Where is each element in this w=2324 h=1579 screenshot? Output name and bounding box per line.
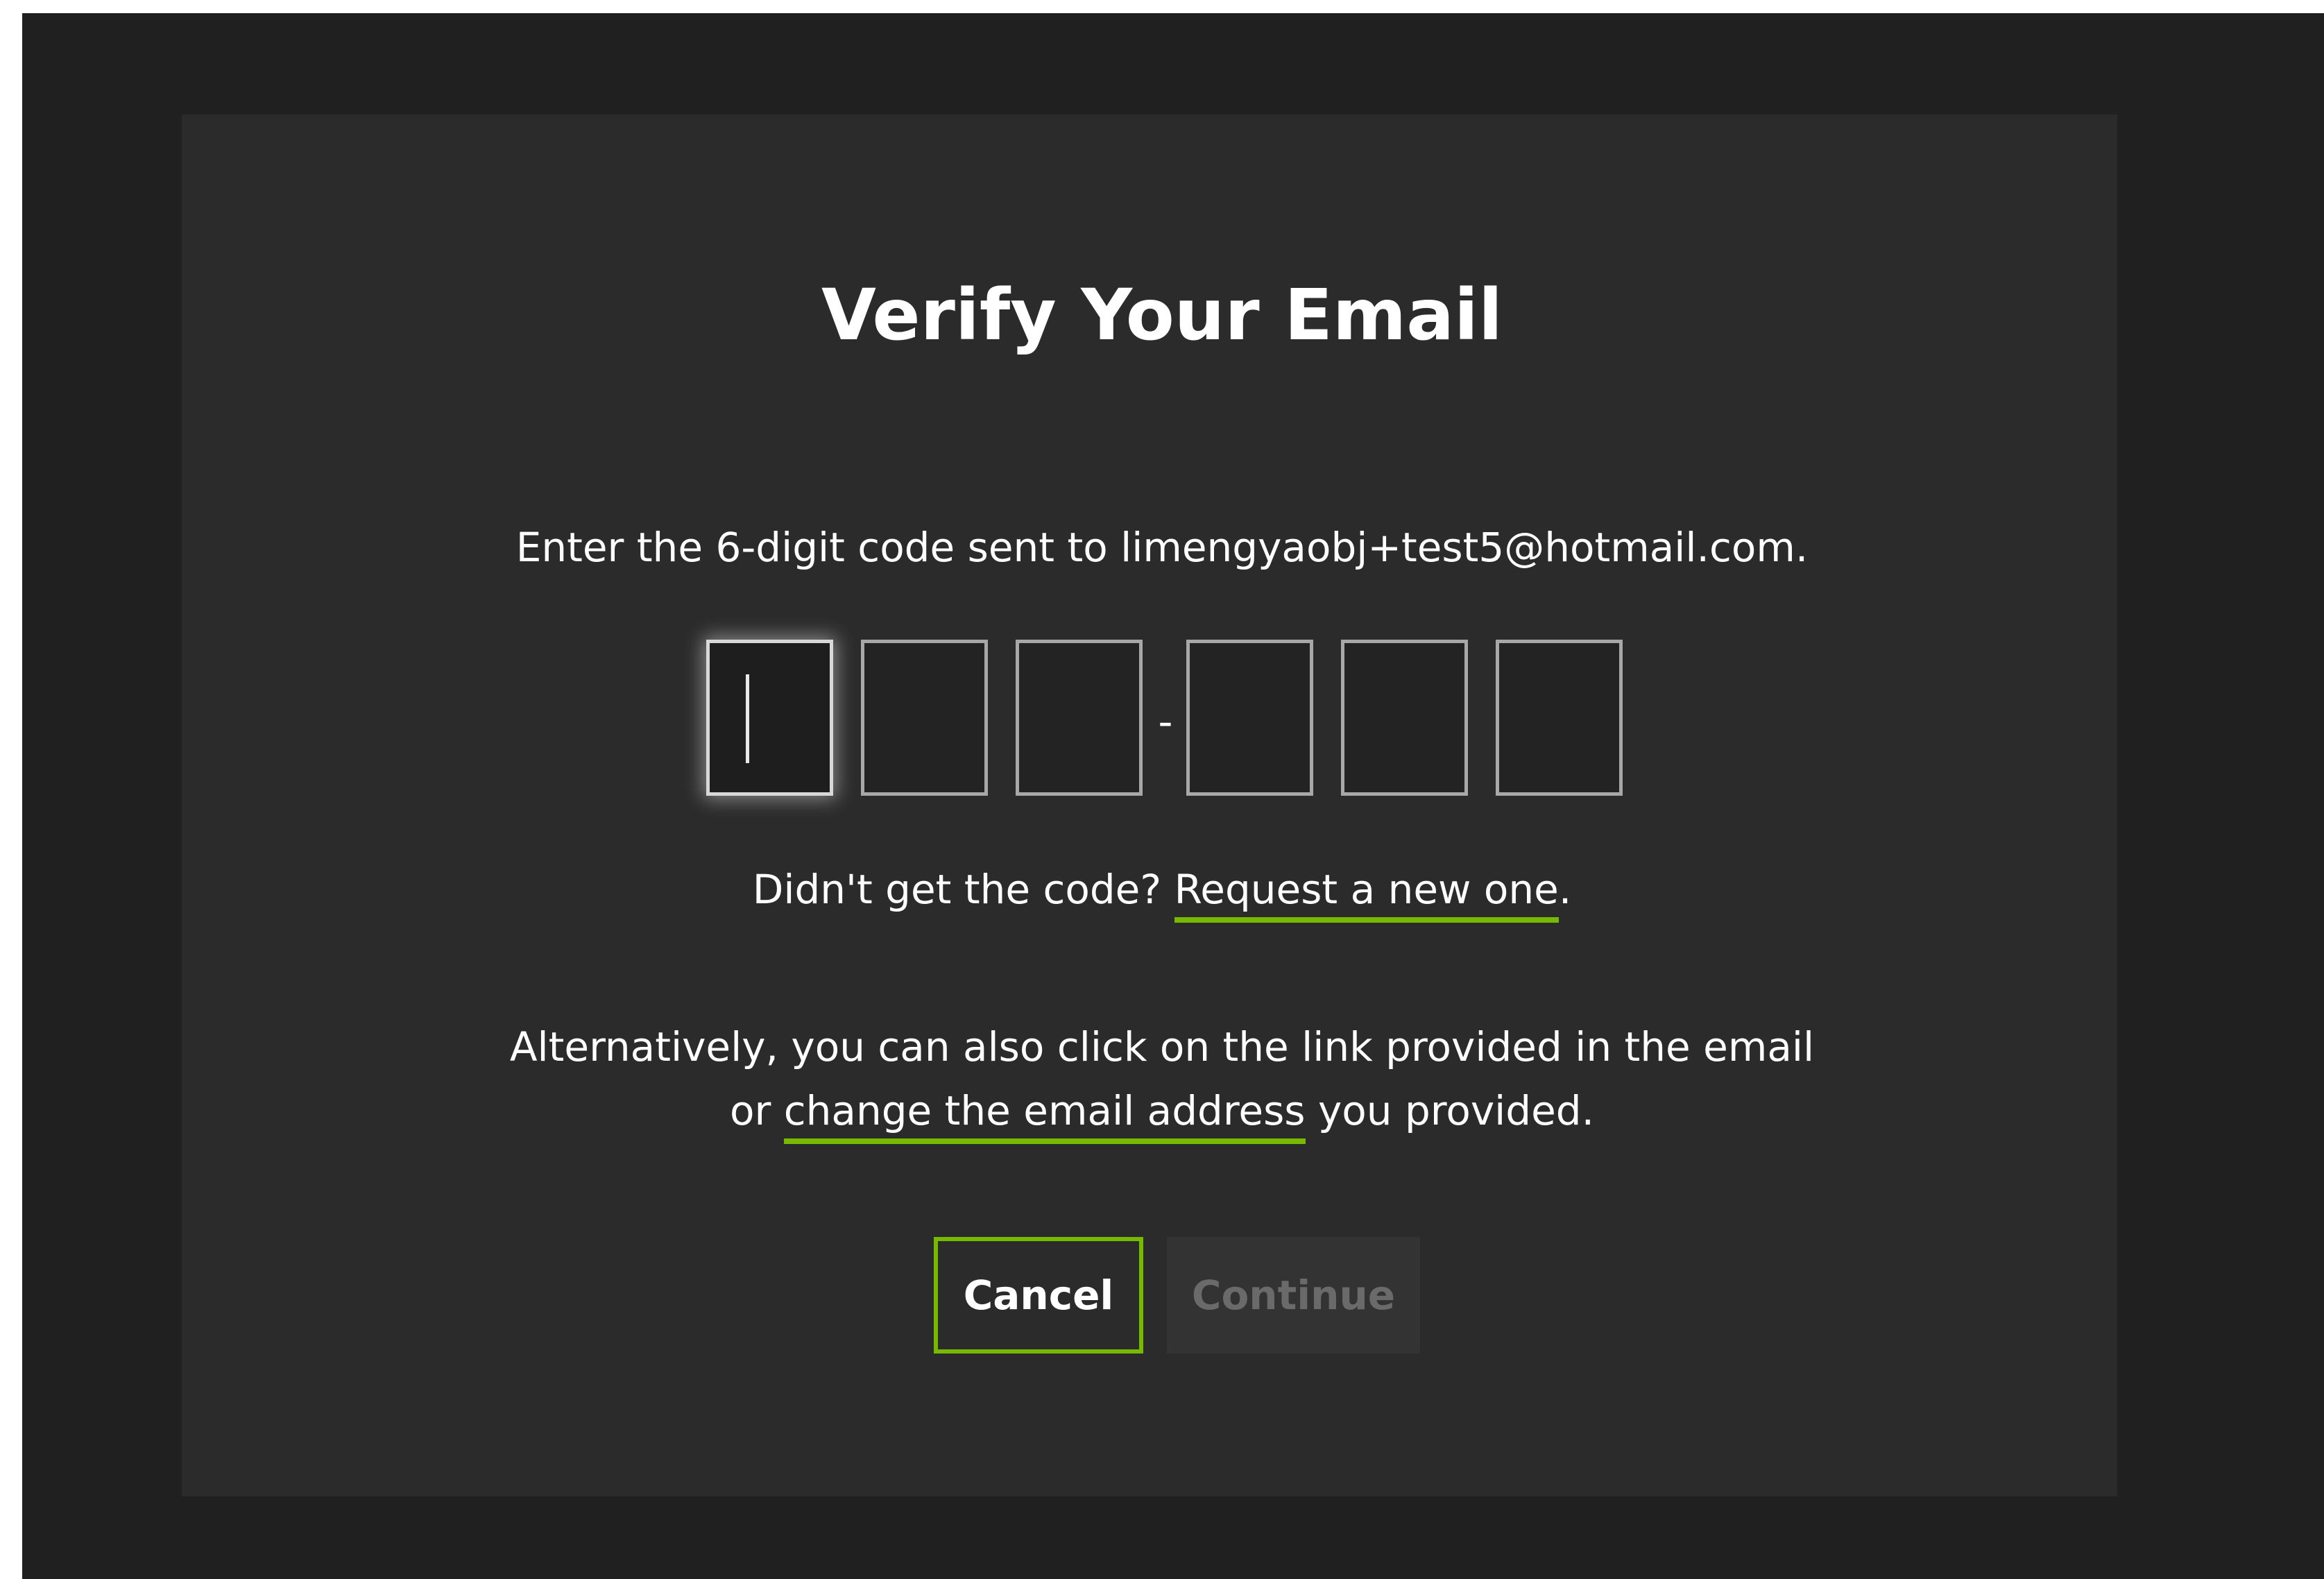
page-title: Verify Your Email [821,274,1503,357]
resend-line: Didn't get the code? Request a new one. [0,866,2324,923]
code-separator: - [1158,698,1173,745]
code-digit-6[interactable] [1496,640,1623,796]
alternative-prefix: or [729,1087,784,1134]
code-digit-4[interactable] [1186,640,1313,796]
resend-suffix: . [1558,866,1572,913]
alternative-suffix: you provided. [1305,1087,1595,1134]
code-digit-5[interactable] [1341,640,1468,796]
request-new-code-link[interactable]: Request a new one [1174,866,1559,923]
text-caret [746,674,749,763]
instruction-text: Enter the 6-digit code sent to limengyao… [515,524,1809,571]
continue-button[interactable]: Continue [1167,1237,1420,1354]
resend-prompt: Didn't get the code? [752,866,1174,913]
code-digit-1[interactable] [706,640,833,796]
code-digit-2[interactable] [861,640,988,796]
window-top-edge [0,0,2324,13]
alternative-line-2: or change the email address you provided… [0,1087,2324,1144]
cancel-button[interactable]: Cancel [934,1237,1143,1354]
alternative-line-1: Alternatively, you can also click on the… [509,1023,1815,1070]
change-email-link[interactable]: change the email address [783,1087,1306,1144]
code-digit-3[interactable] [1016,640,1143,796]
